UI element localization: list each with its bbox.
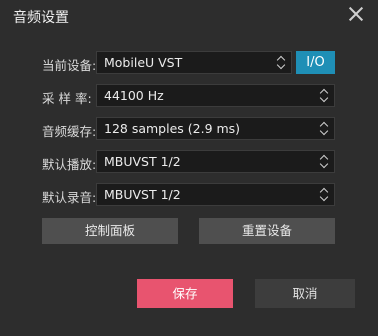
playback-label: 默认播放: [42, 157, 97, 172]
cancel-button[interactable]: 取消 [255, 279, 355, 308]
playback-select[interactable]: MBUVST 1/2 [96, 150, 335, 173]
chevron-updown-icon [320, 188, 328, 201]
recording-select[interactable]: MBUVST 1/2 [96, 183, 335, 206]
save-button[interactable]: 保存 [137, 279, 233, 308]
dialog-title: 音频设置 [13, 10, 69, 26]
close-icon[interactable] [348, 6, 364, 22]
buffer-label: 音频缓存: [42, 124, 97, 139]
chevron-updown-icon [320, 155, 328, 168]
sample-rate-label: 采 样 率: [42, 91, 92, 106]
device-value: MobileU VST [104, 55, 183, 70]
chevron-updown-icon [320, 122, 328, 135]
recording-label: 默认录音: [42, 190, 97, 205]
playback-value: MBUVST 1/2 [104, 154, 181, 169]
audio-settings-dialog: 音频设置 当前设备: MobileU VST I/O 采 样 率: 44100 … [0, 0, 378, 336]
recording-value: MBUVST 1/2 [104, 187, 181, 202]
io-button[interactable]: I/O [296, 51, 335, 74]
buffer-value: 128 samples (2.9 ms) [104, 121, 241, 136]
sample-rate-select[interactable]: 44100 Hz [96, 84, 335, 107]
chevron-updown-icon [320, 89, 328, 102]
chevron-updown-icon [277, 56, 285, 69]
control-panel-button[interactable]: 控制面板 [42, 218, 178, 244]
reset-device-button[interactable]: 重置设备 [199, 218, 335, 244]
device-select[interactable]: MobileU VST [96, 51, 292, 74]
buffer-select[interactable]: 128 samples (2.9 ms) [96, 117, 335, 140]
device-label: 当前设备: [42, 58, 97, 73]
sample-rate-value: 44100 Hz [104, 88, 164, 103]
